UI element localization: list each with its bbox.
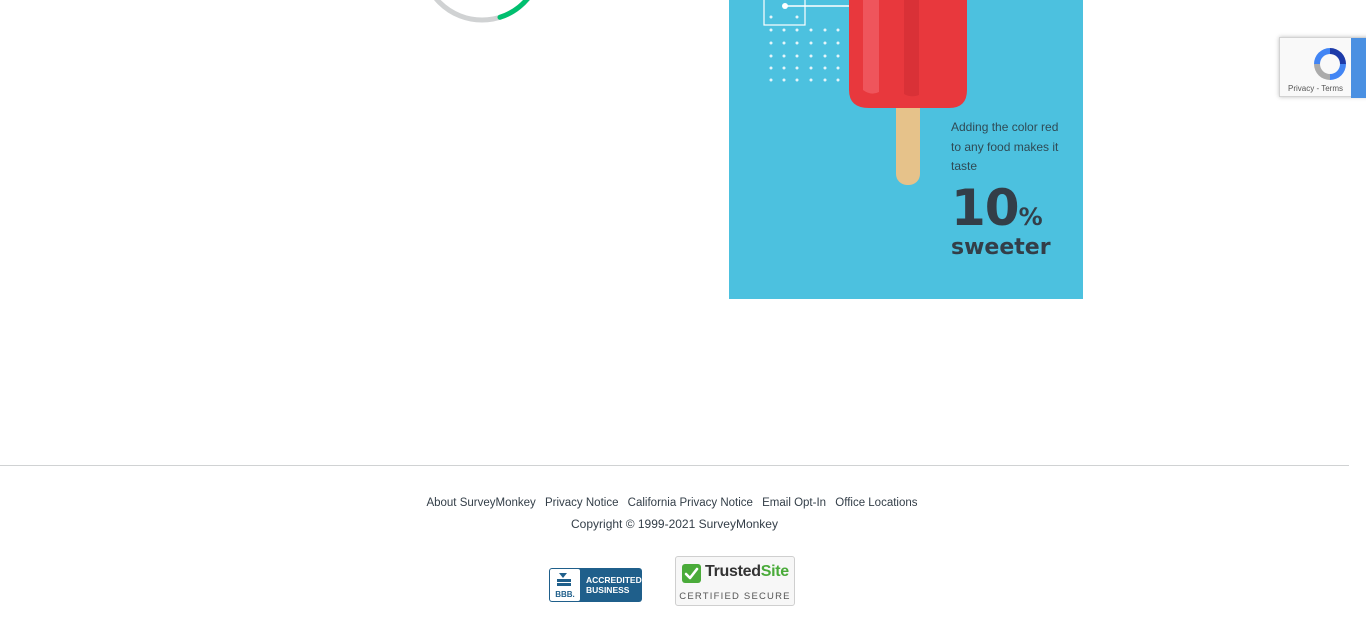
bbb-line2: BUSINESS <box>586 585 630 595</box>
ad-text: Adding the color red to any food makes i… <box>951 118 1071 260</box>
progress-ring <box>420 0 540 24</box>
recaptcha-links: Privacy - Terms <box>1280 84 1351 93</box>
recaptcha-icon <box>1314 48 1346 80</box>
recaptcha-privacy-link[interactable]: Privacy <box>1288 84 1314 93</box>
bbb-mark: BBB. <box>555 590 575 599</box>
footer-links: About SurveyMonkey Privacy Notice Califo… <box>0 497 1344 509</box>
footer-divider <box>0 465 1349 466</box>
footer-link-email-opt-in[interactable]: Email Opt-In <box>762 497 826 509</box>
ad-stat: 10% <box>951 183 1071 233</box>
ad-stat-word: sweeter <box>951 234 1051 260</box>
copyright-text: Copyright © 1999-2021 SurveyMonkey <box>571 517 778 531</box>
trustedsite-brand-b: Site <box>760 563 789 580</box>
footer-link-california-privacy[interactable]: California Privacy Notice <box>628 497 753 509</box>
recaptcha-terms-link[interactable]: Terms <box>1321 84 1343 93</box>
recaptcha-badge[interactable]: Privacy - Terms <box>1279 37 1366 98</box>
trustedsite-subtitle: CERTIFIED SECURE <box>679 591 791 602</box>
ad-caption: Adding the color red to any food makes i… <box>951 120 1059 173</box>
ad-stat-number: 10 <box>951 178 1020 237</box>
footer-link-office-locations[interactable]: Office Locations <box>835 497 917 509</box>
ad-stat-unit: % <box>1018 202 1043 231</box>
ad-card[interactable]: Adding the color red to any food makes i… <box>729 0 1083 299</box>
trustedsite-brand: TrustedSite <box>705 563 789 581</box>
footer-link-privacy-notice[interactable]: Privacy Notice <box>545 497 619 509</box>
trustedsite-badge[interactable]: TrustedSite CERTIFIED SECURE <box>675 556 795 606</box>
footer-link-about[interactable]: About SurveyMonkey <box>426 497 535 509</box>
bbb-accredited-badge[interactable]: BBB. ACCREDITED BUSINESS <box>549 568 642 602</box>
bbb-line1: ACCREDITED <box>586 575 642 585</box>
checkmark-icon <box>682 564 701 583</box>
recaptcha-expand-tab[interactable] <box>1351 38 1366 98</box>
trustedsite-brand-a: Trusted <box>705 563 761 580</box>
